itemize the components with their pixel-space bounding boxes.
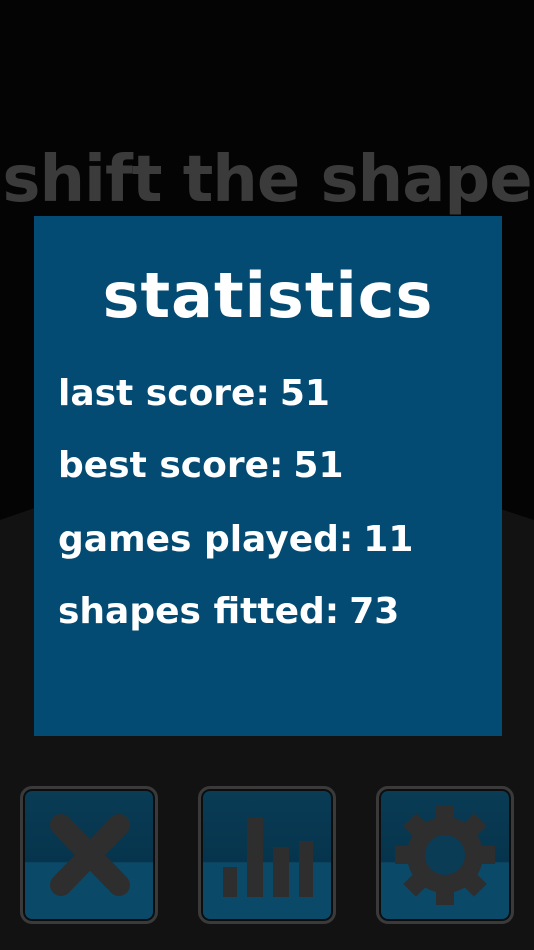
stat-label: games played:	[58, 519, 354, 560]
stat-row-games-played: games played: 11	[58, 516, 413, 564]
statistics-button[interactable]	[198, 786, 336, 924]
bar-chart-icon	[223, 817, 313, 897]
statistics-heading: statistics	[102, 259, 434, 332]
stat-value: 51	[293, 445, 344, 486]
stat-row-last-score: last score: 51	[58, 370, 330, 418]
stat-row-shapes-fitted: shapes fitted: 73	[58, 588, 399, 636]
stat-value: 73	[349, 591, 400, 632]
gear-icon	[395, 805, 495, 905]
statistics-panel: statistics last score: 51 best score: 51 g…	[34, 216, 502, 736]
stat-label: last score:	[58, 373, 270, 414]
stat-value: 11	[363, 519, 414, 560]
close-x-icon	[50, 814, 130, 896]
stat-row-best-score: best score: 51	[58, 442, 344, 490]
close-button[interactable]	[20, 786, 158, 924]
stat-label: best score:	[58, 445, 284, 486]
game-title: shift the shape	[2, 143, 532, 217]
stat-label: shapes fitted:	[58, 591, 340, 632]
stat-value: 51	[279, 373, 330, 414]
settings-button[interactable]	[376, 786, 514, 924]
